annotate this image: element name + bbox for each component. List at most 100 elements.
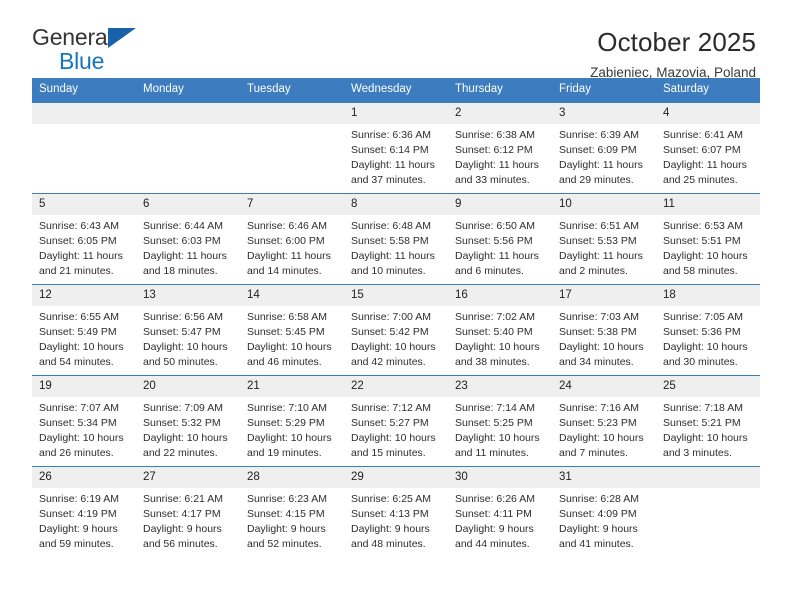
- calendar-day-cell[interactable]: 13 Sunrise: 6:56 AM Sunset: 5:47 PM Dayligh…: [136, 284, 240, 375]
- calendar-day-cell[interactable]: 21 Sunrise: 7:10 AM Sunset: 5:29 PM Dayligh…: [240, 375, 344, 466]
- day-info-line: Sunrise: 6:23 AM: [247, 493, 327, 506]
- calendar-day-cell[interactable]: 20 Sunrise: 7:09 AM Sunset: 5:32 PM Dayligh…: [136, 375, 240, 466]
- calendar-day-cell[interactable]: 3 Sunrise: 6:39 AM Sunset: 6:09 PM Daylight…: [552, 102, 656, 193]
- day-info-line: Sunrise: 7:05 AM: [663, 311, 743, 324]
- day-info-line: and 21 minutes.: [39, 264, 114, 277]
- general-blue-logo[interactable]: General Blue: [32, 26, 182, 78]
- day-number: 13: [136, 284, 240, 307]
- calendar-day-cell[interactable]: 28 Sunrise: 6:23 AM Sunset: 4:15 PM Dayligh…: [240, 466, 344, 557]
- calendar-day-cell[interactable]: 30 Sunrise: 6:26 AM Sunset: 4:11 PM Dayligh…: [448, 466, 552, 557]
- day-number: 15: [344, 284, 448, 307]
- calendar-day-cell[interactable]: 5 Sunrise: 6:43 AM Sunset: 6:05 PM Daylight…: [32, 193, 136, 284]
- calendar-day-cell[interactable]: 22 Sunrise: 7:12 AM Sunset: 5:27 PM Dayligh…: [344, 375, 448, 466]
- calendar-day-cell[interactable]: 23 Sunrise: 7:14 AM Sunset: 5:25 PM Dayligh…: [448, 375, 552, 466]
- day-sun-info: Sunrise: 7:03 AM Sunset: 5:38 PM Daylight:…: [552, 306, 656, 370]
- day-sun-info: Sunrise: 6:28 AM Sunset: 4:09 PM Daylight:…: [552, 488, 656, 552]
- day-info-line: Sunset: 5:47 PM: [143, 326, 221, 339]
- calendar-day-cell[interactable]: 12 Sunrise: 6:55 AM Sunset: 5:49 PM Dayligh…: [32, 284, 136, 375]
- calendar-day-cell[interactable]: 6 Sunrise: 6:44 AM Sunset: 6:03 PM Daylight…: [136, 193, 240, 284]
- day-number: 22: [344, 375, 448, 398]
- day-info-line: Sunrise: 7:09 AM: [143, 402, 223, 415]
- calendar-day-cell[interactable]: 25 Sunrise: 7:18 AM Sunset: 5:21 PM Dayligh…: [656, 375, 760, 466]
- day-sun-info: Sunrise: 7:10 AM Sunset: 5:29 PM Daylight:…: [240, 397, 344, 461]
- calendar-day-cell[interactable]: 15 Sunrise: 7:00 AM Sunset: 5:42 PM Dayligh…: [344, 284, 448, 375]
- calendar-day-cell[interactable]: 18 Sunrise: 7:05 AM Sunset: 5:36 PM Dayligh…: [656, 284, 760, 375]
- logo-triangle-icon: [108, 28, 136, 48]
- calendar-day-cell[interactable]: 10 Sunrise: 6:51 AM Sunset: 5:53 PM Dayligh…: [552, 193, 656, 284]
- page-header: General Blue October 2025 Zabieniec, Maz…: [0, 0, 792, 80]
- day-number: 16: [448, 284, 552, 307]
- calendar-week-row: 26 Sunrise: 6:19 AM Sunset: 4:19 PM Dayligh…: [32, 465, 760, 557]
- day-number: 18: [656, 284, 760, 307]
- day-number: 20: [136, 375, 240, 398]
- day-info-line: Sunset: 5:25 PM: [455, 417, 533, 430]
- calendar-day-cell[interactable]: 16 Sunrise: 7:02 AM Sunset: 5:40 PM Dayligh…: [448, 284, 552, 375]
- day-info-line: and 37 minutes.: [351, 173, 426, 186]
- calendar-day-cell[interactable]: 24 Sunrise: 7:16 AM Sunset: 5:23 PM Dayligh…: [552, 375, 656, 466]
- calendar-day-cell[interactable]: 27 Sunrise: 6:21 AM Sunset: 4:17 PM Dayligh…: [136, 466, 240, 557]
- calendar-day-cell[interactable]: 4 Sunrise: 6:41 AM Sunset: 6:07 PM Daylight…: [656, 102, 760, 193]
- calendar-day-cell[interactable]: 7 Sunrise: 6:46 AM Sunset: 6:00 PM Daylight…: [240, 193, 344, 284]
- day-info-line: and 22 minutes.: [143, 446, 218, 459]
- day-info-line: Sunrise: 6:53 AM: [663, 220, 743, 233]
- weekday-header-sunday: Sunday: [39, 83, 79, 95]
- day-sun-info: Sunrise: 6:39 AM Sunset: 6:09 PM Daylight:…: [552, 124, 656, 188]
- day-info-line: Daylight: 11 hours: [559, 158, 643, 171]
- day-sun-info: Sunrise: 6:53 AM Sunset: 5:51 PM Daylight:…: [656, 215, 760, 279]
- day-sun-info: Sunrise: 6:50 AM Sunset: 5:56 PM Daylight:…: [448, 215, 552, 279]
- day-info-line: Daylight: 10 hours: [351, 431, 436, 444]
- day-info-line: Daylight: 10 hours: [663, 340, 748, 353]
- weekday-header-thursday: Thursday: [455, 83, 503, 95]
- weekday-header-row: Sunday Monday Tuesday Wednesday Thursday Frid…: [32, 78, 760, 103]
- day-sun-info: Sunrise: 6:43 AM Sunset: 6:05 PM Daylight:…: [32, 215, 136, 279]
- day-sun-info: Sunrise: 7:09 AM Sunset: 5:32 PM Daylight:…: [136, 397, 240, 461]
- day-sun-info: Sunrise: 7:18 AM Sunset: 5:21 PM Daylight:…: [656, 397, 760, 461]
- day-sun-info: [656, 488, 760, 492]
- day-info-line: Sunset: 6:07 PM: [663, 144, 741, 157]
- day-number: 17: [552, 284, 656, 307]
- calendar-day-cell[interactable]: 31 Sunrise: 6:28 AM Sunset: 4:09 PM Dayligh…: [552, 466, 656, 557]
- calendar-day-cell[interactable]: 2 Sunrise: 6:38 AM Sunset: 6:12 PM Daylight…: [448, 102, 552, 193]
- day-info-line: Sunrise: 6:21 AM: [143, 493, 223, 506]
- day-number: 11: [656, 193, 760, 216]
- day-info-line: Sunset: 5:29 PM: [247, 417, 325, 430]
- calendar-day-cell-empty: [240, 102, 344, 193]
- day-info-line: Daylight: 11 hours: [455, 249, 539, 262]
- day-number: 2: [448, 102, 552, 125]
- calendar-day-cell[interactable]: 1 Sunrise: 6:36 AM Sunset: 6:14 PM Daylight…: [344, 102, 448, 193]
- day-sun-info: Sunrise: 6:48 AM Sunset: 5:58 PM Daylight:…: [344, 215, 448, 279]
- day-info-line: Daylight: 10 hours: [455, 340, 540, 353]
- day-info-line: and 48 minutes.: [351, 537, 426, 550]
- day-info-line: Daylight: 10 hours: [143, 340, 228, 353]
- calendar-day-cell[interactable]: 26 Sunrise: 6:19 AM Sunset: 4:19 PM Dayligh…: [32, 466, 136, 557]
- calendar-day-cell[interactable]: 14 Sunrise: 6:58 AM Sunset: 5:45 PM Dayligh…: [240, 284, 344, 375]
- calendar-day-cell[interactable]: 11 Sunrise: 6:53 AM Sunset: 5:51 PM Dayligh…: [656, 193, 760, 284]
- day-info-line: and 42 minutes.: [351, 355, 426, 368]
- calendar-day-cell[interactable]: 17 Sunrise: 7:03 AM Sunset: 5:38 PM Dayligh…: [552, 284, 656, 375]
- day-info-line: and 46 minutes.: [247, 355, 322, 368]
- calendar-day-cell[interactable]: 29 Sunrise: 6:25 AM Sunset: 4:13 PM Dayligh…: [344, 466, 448, 557]
- day-info-line: Sunset: 5:56 PM: [455, 235, 533, 248]
- day-info-line: and 11 minutes.: [455, 446, 529, 459]
- calendar-day-cell-empty: [656, 466, 760, 557]
- day-info-line: Daylight: 9 hours: [143, 522, 222, 535]
- day-info-line: Daylight: 11 hours: [247, 249, 331, 262]
- day-number: 12: [32, 284, 136, 307]
- day-info-line: Sunset: 5:51 PM: [663, 235, 741, 248]
- day-info-line: Sunset: 5:23 PM: [559, 417, 637, 430]
- day-info-line: and 38 minutes.: [455, 355, 530, 368]
- calendar-day-cell[interactable]: 8 Sunrise: 6:48 AM Sunset: 5:58 PM Daylight…: [344, 193, 448, 284]
- day-info-line: Sunset: 4:15 PM: [247, 508, 325, 521]
- day-sun-info: [32, 124, 136, 128]
- calendar-day-cell[interactable]: 9 Sunrise: 6:50 AM Sunset: 5:56 PM Daylight…: [448, 193, 552, 284]
- logo-text-general: General: [32, 24, 113, 50]
- day-info-line: and 33 minutes.: [455, 173, 530, 186]
- calendar-day-cell-empty: [32, 102, 136, 193]
- day-info-line: and 25 minutes.: [663, 173, 738, 186]
- day-info-line: Sunset: 5:38 PM: [559, 326, 637, 339]
- calendar-body: 1 Sunrise: 6:36 AM Sunset: 6:14 PM Daylight…: [32, 102, 760, 557]
- day-sun-info: Sunrise: 6:51 AM Sunset: 5:53 PM Daylight:…: [552, 215, 656, 279]
- day-info-line: and 58 minutes.: [663, 264, 738, 277]
- day-info-line: Daylight: 11 hours: [39, 249, 123, 262]
- calendar-day-cell[interactable]: 19 Sunrise: 7:07 AM Sunset: 5:34 PM Dayligh…: [32, 375, 136, 466]
